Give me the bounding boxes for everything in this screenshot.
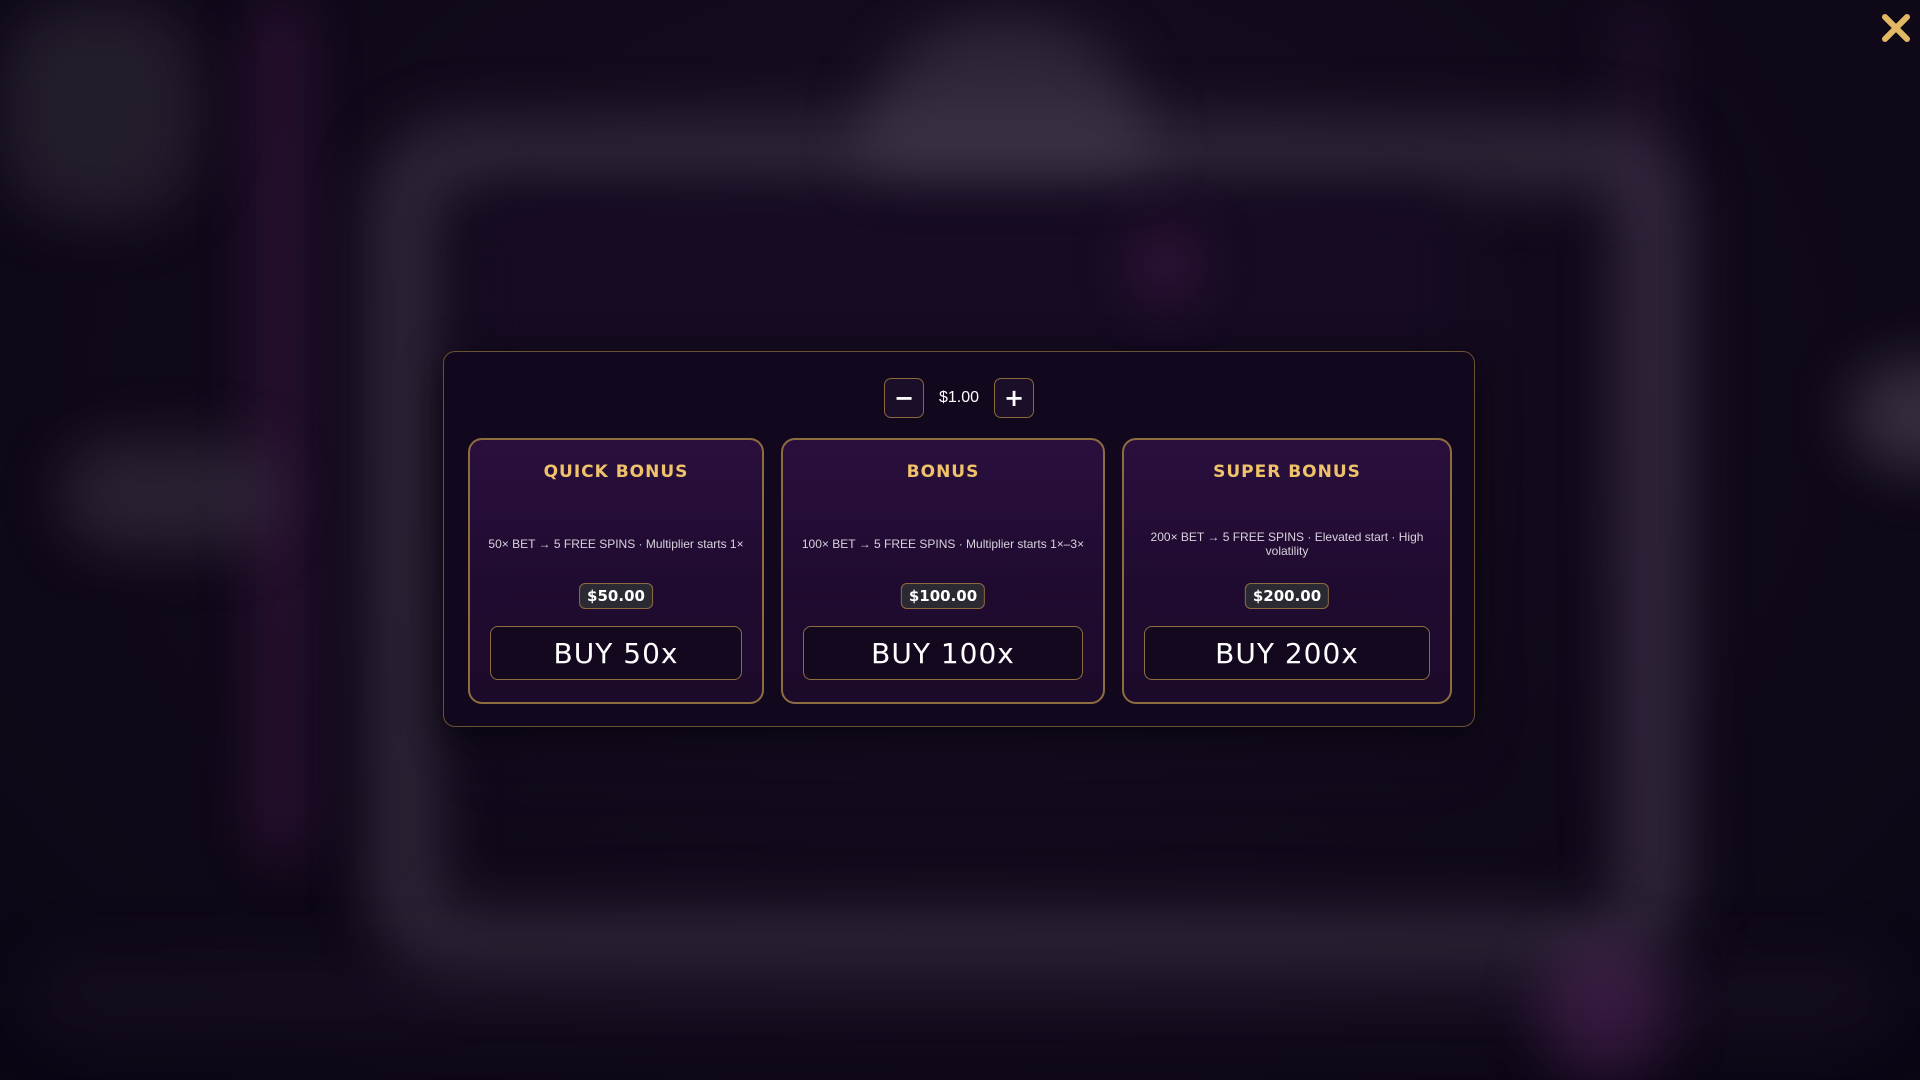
bonus-options: QUICK BONUS 50× BET → 5 FREE SPINS · Mul… (468, 438, 1452, 704)
buy-super-bonus-button[interactable]: BUY 200x (1144, 626, 1430, 680)
price-badge: $200.00 (1244, 583, 1330, 609)
card-title: BONUS (906, 462, 980, 482)
quick-bonus-card: QUICK BONUS 50× BET → 5 FREE SPINS · Mul… (468, 438, 764, 704)
price-badge: $50.00 (579, 583, 653, 609)
background-shape (1850, 360, 1920, 470)
background-shape (260, 0, 300, 860)
close-button[interactable] (1876, 8, 1916, 48)
background-shape (60, 440, 280, 550)
card-title: SUPER BONUS (1213, 462, 1361, 482)
background-shape (0, 0, 200, 220)
card-description: 100× BET → 5 FREE SPINS · Multiplier sta… (801, 537, 1085, 551)
card-description: 200× BET → 5 FREE SPINS · Elevated start… (1150, 530, 1424, 558)
increase-bet-button[interactable]: + (994, 378, 1034, 418)
buy-quick-bonus-button[interactable]: BUY 50x (490, 626, 742, 680)
bonus-card: BONUS 100× BET → 5 FREE SPINS · Multipli… (781, 438, 1105, 704)
card-description: 50× BET → 5 FREE SPINS · Multiplier star… (488, 537, 744, 551)
background-shape (1540, 940, 1670, 1080)
bonus-buy-modal: − $1.00 + QUICK BONUS 50× BET → 5 FREE S… (443, 351, 1475, 727)
bet-value: $1.00 (938, 389, 980, 406)
background-shape (860, 20, 1150, 170)
background-shape (1130, 230, 1200, 300)
bet-stepper: − $1.00 + (444, 378, 1474, 418)
price-badge: $100.00 (900, 583, 986, 609)
card-title: QUICK BONUS (543, 462, 689, 482)
close-icon (1882, 14, 1910, 42)
super-bonus-card: SUPER BONUS 200× BET → 5 FREE SPINS · El… (1122, 438, 1452, 704)
buy-bonus-button[interactable]: BUY 100x (803, 626, 1083, 680)
decrease-bet-button[interactable]: − (884, 378, 924, 418)
